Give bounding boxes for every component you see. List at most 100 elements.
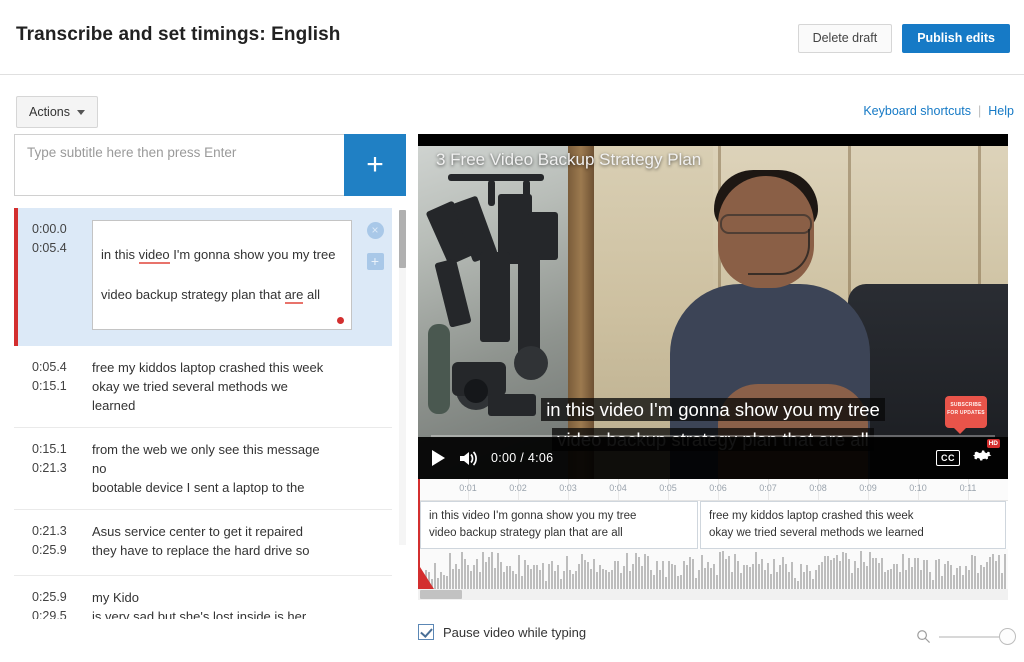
- waveform-bar: [827, 555, 829, 589]
- timeline-caption-block[interactable]: free my kiddos laptop crashed this week …: [700, 501, 1006, 549]
- help-link[interactable]: Help: [988, 104, 1014, 118]
- waveform-bar: [995, 560, 997, 589]
- waveform-bar: [500, 561, 502, 589]
- subtitle-end-time[interactable]: 0:05.4: [32, 239, 92, 258]
- waveform-bar: [761, 559, 763, 589]
- audio-waveform[interactable]: [418, 549, 1008, 589]
- video-player[interactable]: SUBSCRIBE FOR UPDATES 3 Free Video Backu…: [418, 134, 1008, 479]
- waveform-bar: [815, 569, 817, 589]
- waveform-bar: [887, 570, 889, 589]
- waveform-bar: [722, 551, 724, 589]
- subtitle-text-input[interactable]: in this video I'm gonna show you my tree…: [92, 220, 352, 330]
- keyboard-shortcuts-link[interactable]: Keyboard shortcuts: [863, 104, 971, 118]
- subtitle-row[interactable]: 0:21.3 0:25.9 Asus service center to get…: [14, 510, 392, 576]
- actions-menu-button[interactable]: Actions: [16, 96, 98, 128]
- waveform-bar: [992, 553, 994, 589]
- waveform-bar: [950, 565, 952, 589]
- subtitle-row[interactable]: 0:15.1 0:21.3 from the web we only see t…: [14, 428, 392, 510]
- timeline-scrollbar-thumb[interactable]: [420, 590, 462, 599]
- waveform-bar: [461, 552, 463, 589]
- waveform-bar: [473, 564, 475, 589]
- waveform-bar: [788, 571, 790, 589]
- timeline-zoom-control[interactable]: [916, 628, 1016, 645]
- timeline-caption-track[interactable]: in this video I'm gonna show you my tree…: [418, 501, 1008, 549]
- waveform-bar: [503, 571, 505, 589]
- subtitle-text[interactable]: free my kiddos laptop crashed this week …: [92, 358, 392, 415]
- subtitle-start-time[interactable]: 0:21.3: [32, 522, 92, 541]
- timeline-tick-label: 0:05: [659, 483, 677, 493]
- subtitle-row[interactable]: 0:25.9 0:29.5 my Kido is very sad but sh…: [14, 576, 392, 619]
- subtitle-end-time[interactable]: 0:29.5: [32, 607, 92, 619]
- subtitle-start-time[interactable]: 0:05.4: [32, 358, 92, 377]
- waveform-bar: [452, 569, 454, 589]
- subtitle-start-time[interactable]: 0:00.0: [32, 220, 92, 239]
- closed-captions-button[interactable]: CC: [936, 450, 960, 466]
- delete-draft-button[interactable]: Delete draft: [797, 24, 893, 53]
- waveform-bar: [686, 564, 688, 589]
- publish-edits-button[interactable]: Publish edits: [902, 24, 1010, 53]
- waveform-bar: [569, 570, 571, 589]
- waveform-bar: [674, 565, 676, 589]
- line1-part-a: in this: [101, 247, 139, 262]
- settings-gear-icon[interactable]: HD: [973, 439, 1000, 471]
- insert-subtitle-icon[interactable]: +: [366, 253, 384, 270]
- waveform-bar: [602, 569, 604, 589]
- timeline-scrollbar-track[interactable]: [418, 589, 1008, 600]
- waveform-bar: [965, 565, 967, 589]
- waveform-bar: [878, 562, 880, 589]
- timeline-tick-label: 0:02: [509, 483, 527, 493]
- subtitle-end-time[interactable]: 0:25.9: [32, 541, 92, 560]
- subtitle-end-time[interactable]: 0:21.3: [32, 459, 92, 478]
- zoom-slider-track[interactable]: [939, 635, 999, 638]
- bottom-controls: Pause video while typing: [418, 624, 1024, 658]
- waveform-bar: [884, 571, 886, 589]
- timeline-ruler[interactable]: 0:01 0:02 0:03 0:04 0:05 0:06 0:07 0:08 0:09 0:10…: [418, 479, 1008, 501]
- waveform-bar: [638, 556, 640, 589]
- waveform-bar: [590, 568, 592, 589]
- waveform-bar: [848, 558, 850, 589]
- new-subtitle-input[interactable]: [15, 135, 344, 195]
- waveform-bar: [752, 564, 754, 589]
- subtitle-times: 0:15.1 0:21.3: [14, 440, 92, 497]
- subtitle-text[interactable]: from the web we only see this message no…: [92, 440, 392, 497]
- waveform-bar: [698, 569, 700, 589]
- add-subtitle-button[interactable]: +: [344, 134, 406, 196]
- subtitle-row[interactable]: 0:05.4 0:15.1 free my kiddos laptop cras…: [14, 346, 392, 428]
- waveform-bar: [866, 565, 868, 589]
- waveform-bar: [470, 570, 472, 589]
- subtitle-start-time[interactable]: 0:25.9: [32, 588, 92, 607]
- waveform-bar: [587, 561, 589, 589]
- subtitle-text[interactable]: Asus service center to get it repaired t…: [92, 522, 392, 563]
- zoom-slider-handle[interactable]: [999, 628, 1016, 645]
- subtitle-list-scrollbar-thumb[interactable]: [399, 210, 406, 268]
- waveform-bar: [947, 560, 949, 589]
- waveform-bar: [557, 565, 559, 589]
- waveform-bar: [899, 571, 901, 589]
- waveform-bar: [455, 563, 457, 589]
- waveform-bar: [443, 575, 445, 589]
- actions-menu-label: Actions: [29, 105, 70, 119]
- subtitle-text[interactable]: my Kido is very sad but she's lost insid…: [92, 588, 392, 619]
- subtitle-start-time[interactable]: 0:15.1: [32, 440, 92, 459]
- timeline-playhead[interactable]: [418, 479, 434, 589]
- waveform-bar: [737, 560, 739, 589]
- subtitle-end-time[interactable]: 0:15.1: [32, 377, 92, 396]
- waveform-bar: [893, 563, 895, 589]
- waveform-bar: [605, 570, 607, 589]
- play-icon[interactable]: [432, 450, 445, 466]
- waveform-bar: [929, 571, 931, 589]
- waveform-bar: [920, 570, 922, 589]
- waveform-bar: [530, 569, 532, 589]
- checkbox-icon[interactable]: [418, 624, 434, 640]
- waveform-bar: [857, 568, 859, 589]
- waveform-bar: [668, 560, 670, 589]
- volume-icon[interactable]: [458, 450, 478, 467]
- waveform-bar: [581, 554, 583, 589]
- subtitle-list[interactable]: 0:00.0 0:05.4 in this video I'm gonna sh…: [14, 208, 406, 619]
- waveform-bar: [560, 578, 562, 589]
- waveform-bar: [938, 558, 940, 589]
- timeline-caption-block[interactable]: in this video I'm gonna show you my tree…: [420, 501, 698, 549]
- subtitle-row-active[interactable]: 0:00.0 0:05.4 in this video I'm gonna sh…: [14, 208, 392, 346]
- delete-subtitle-icon[interactable]: ×: [366, 222, 384, 239]
- waveform-bar: [782, 556, 784, 589]
